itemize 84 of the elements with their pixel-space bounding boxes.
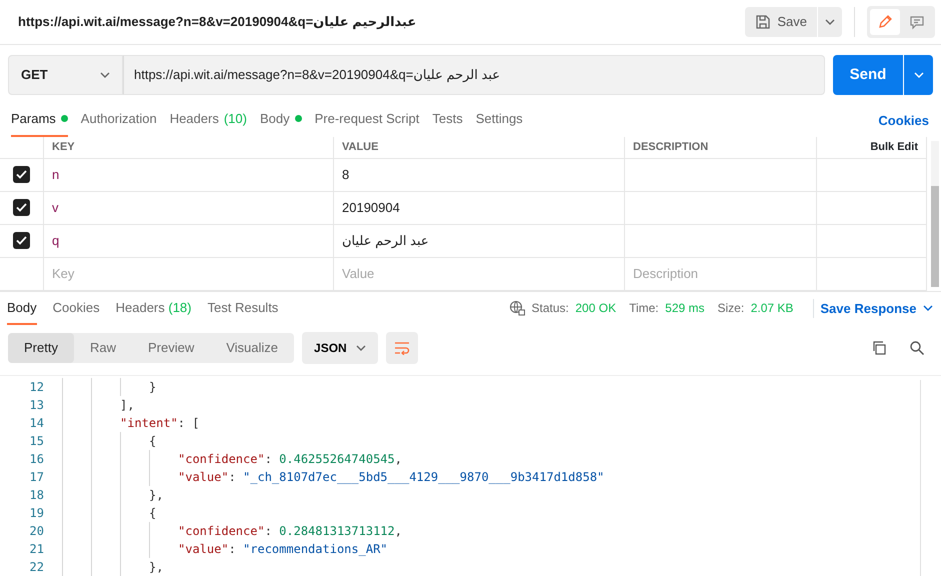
status-value: 2.07 KB xyxy=(750,300,794,318)
method-dropdown[interactable]: GET xyxy=(8,55,123,95)
view-mode-tab[interactable]: Visualize xyxy=(210,332,294,362)
wrap-icon xyxy=(394,340,410,354)
code-line: "confidence": 0.46255264740545, xyxy=(178,450,402,468)
status-value: 200 OK xyxy=(575,300,616,318)
param-value: 8 xyxy=(342,166,350,184)
save-menu-button[interactable] xyxy=(818,7,842,37)
param-value: 20190904 xyxy=(342,198,400,217)
globe-lock-icon xyxy=(509,300,526,316)
line-number: 17 xyxy=(28,468,44,486)
response-tab[interactable]: Headers (18) xyxy=(116,292,192,324)
pencil-icon xyxy=(877,14,893,30)
code-line: }, xyxy=(149,558,164,576)
param-key: n xyxy=(52,164,60,184)
param-key: q xyxy=(52,230,60,250)
line-number: 21 xyxy=(28,540,44,558)
column-header: VALUE xyxy=(342,140,378,155)
view-mode-tab[interactable]: Pretty xyxy=(8,332,74,362)
line-number: 19 xyxy=(28,504,44,522)
code-line: { xyxy=(149,432,156,450)
response-tab[interactable]: Test Results xyxy=(208,292,278,324)
code-line: }, xyxy=(149,486,164,504)
bulk-edit-link[interactable]: Bulk Edit xyxy=(870,138,918,156)
checkbox[interactable] xyxy=(13,232,30,249)
code-line: "confidence": 0.28481313713112, xyxy=(178,522,402,540)
caret-icon xyxy=(356,344,366,350)
param-key: v xyxy=(52,198,58,218)
url-field[interactable]: https://api.wit.ai/message?n=8&v=20190904&q=عبد الرحم عليان xyxy=(123,55,825,95)
line-number: 16 xyxy=(28,450,44,468)
save-response-button[interactable]: Save Response xyxy=(812,298,933,318)
save-button[interactable]: Save xyxy=(745,7,817,37)
line-number: 18 xyxy=(28,486,44,504)
save-icon xyxy=(755,14,772,30)
code-line: { xyxy=(149,504,156,522)
column-header: KEY xyxy=(52,140,75,155)
caret-icon xyxy=(914,72,924,78)
line-number: 13 xyxy=(28,396,44,414)
caret-icon xyxy=(923,305,933,312)
checkbox[interactable] xyxy=(13,166,30,183)
code-line: } xyxy=(149,378,156,396)
line-number: 20 xyxy=(28,522,44,540)
view-mode-tab[interactable]: Raw xyxy=(74,332,132,362)
wrap-lines-button[interactable] xyxy=(386,332,418,364)
status-value: 529 ms xyxy=(665,300,704,318)
copy-icon xyxy=(870,340,886,356)
line-number: 14 xyxy=(28,414,44,432)
line-number: 12 xyxy=(28,378,44,396)
request-tab[interactable]: Headers (10) xyxy=(170,101,247,136)
status-label: Size: xyxy=(718,300,744,318)
column-header: DESCRIPTION xyxy=(633,140,708,155)
request-tab[interactable]: Authorization xyxy=(80,101,157,136)
caret-icon xyxy=(825,19,835,25)
code-line: ], xyxy=(120,396,134,414)
comment-icon xyxy=(909,14,925,30)
checkbox[interactable] xyxy=(13,199,30,216)
check-icon xyxy=(16,170,27,179)
response-tab[interactable]: Cookies xyxy=(52,292,100,324)
request-tab[interactable]: Settings xyxy=(476,101,523,136)
param-value: عبد الرحم عليان xyxy=(342,232,429,250)
request-tab[interactable]: Body xyxy=(260,101,302,136)
request-tab[interactable]: Params xyxy=(11,101,68,136)
code-line: "value": "recommendations_AR" xyxy=(178,540,388,558)
request-title: https://api.wit.ai/message?n=8&v=20190904&q=عبدالرحيم عليان xyxy=(18,13,418,32)
cookies-link[interactable]: Cookies xyxy=(878,110,929,130)
request-tab[interactable]: Tests xyxy=(432,101,463,136)
code-line: "value": "_ch_8107d7ec___5bd5___4129___9870___9b3417d1d858" xyxy=(178,468,604,486)
send-menu-button[interactable] xyxy=(904,55,933,95)
response-tab[interactable]: Body xyxy=(7,292,37,324)
code-line: "intent": [ xyxy=(120,414,200,432)
check-icon xyxy=(16,236,27,245)
view-mode-tab[interactable]: Preview xyxy=(132,332,210,362)
line-number: 22 xyxy=(28,558,44,576)
caret-icon xyxy=(100,72,110,78)
format-dropdown[interactable]: JSON xyxy=(302,332,378,364)
scrollbar[interactable] xyxy=(931,140,939,286)
edit-button[interactable] xyxy=(870,9,900,35)
send-button[interactable]: Send xyxy=(833,55,903,95)
request-tab[interactable]: Pre-request Script xyxy=(314,101,420,136)
line-number: 15 xyxy=(28,432,44,450)
check-icon xyxy=(16,203,27,212)
search-icon xyxy=(909,340,925,356)
status-label: Status: xyxy=(532,300,569,318)
status-label: Time: xyxy=(629,300,659,318)
